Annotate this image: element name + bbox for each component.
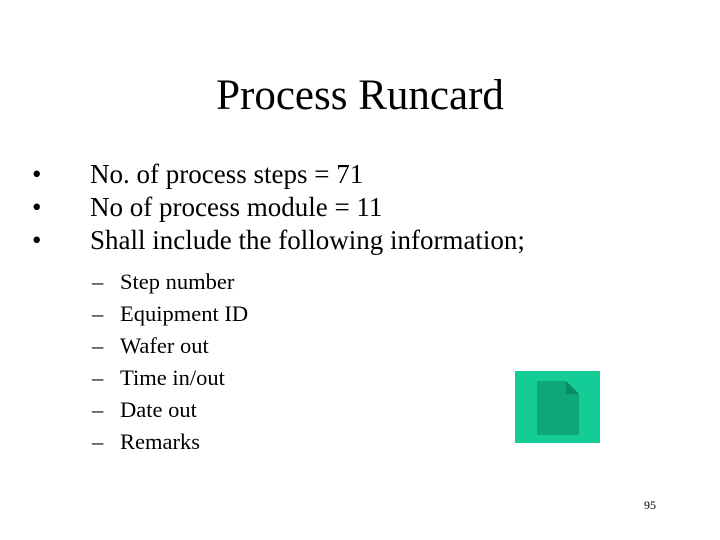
sub-bullet-text: Step number: [120, 269, 235, 294]
dash-marker: –: [92, 397, 104, 422]
sub-bullet-text: Date out: [120, 397, 197, 422]
slide-title: Process Runcard: [216, 72, 504, 119]
bullet-marker: •: [32, 192, 42, 222]
sub-bullet-text: Remarks: [120, 429, 200, 454]
embedded-document-object[interactable]: [515, 371, 600, 443]
document-icon: [537, 381, 579, 435]
sub-bullet-list: – Step number – Equipment ID – Wafer out – T…: [92, 266, 248, 458]
bullet-marker: •: [32, 225, 42, 255]
page-number: 95: [644, 498, 656, 512]
sub-bullet-text: Equipment ID: [120, 301, 249, 326]
sub-bullet-item: – Remarks: [92, 426, 248, 458]
bullet-text: Shall include the following information;: [90, 225, 525, 255]
dash-marker: –: [92, 429, 104, 454]
bullet-item: • No of process module = 11: [30, 191, 525, 224]
bullet-text: No. of process steps = 71: [90, 159, 364, 189]
bullet-item: • Shall include the following information…: [30, 224, 525, 257]
sub-bullet-item: – Wafer out: [92, 330, 248, 362]
sub-bullet-text: Wafer out: [120, 333, 209, 358]
sub-bullet-item: – Time in/out: [92, 362, 248, 394]
dash-marker: –: [92, 269, 104, 294]
dash-marker: –: [92, 365, 104, 390]
sub-bullet-text: Time in/out: [120, 365, 225, 390]
bullet-item: • No. of process steps = 71: [30, 158, 525, 191]
sub-bullet-item: – Step number: [92, 266, 248, 298]
sub-bullet-item: – Date out: [92, 394, 248, 426]
bullet-text: No of process module = 11: [90, 192, 383, 222]
bullet-list: • No. of process steps = 71 • No of proces…: [30, 158, 525, 257]
sub-bullet-item: – Equipment ID: [92, 298, 248, 330]
dash-marker: –: [92, 301, 104, 326]
bullet-marker: •: [32, 159, 42, 189]
dash-marker: –: [92, 333, 104, 358]
